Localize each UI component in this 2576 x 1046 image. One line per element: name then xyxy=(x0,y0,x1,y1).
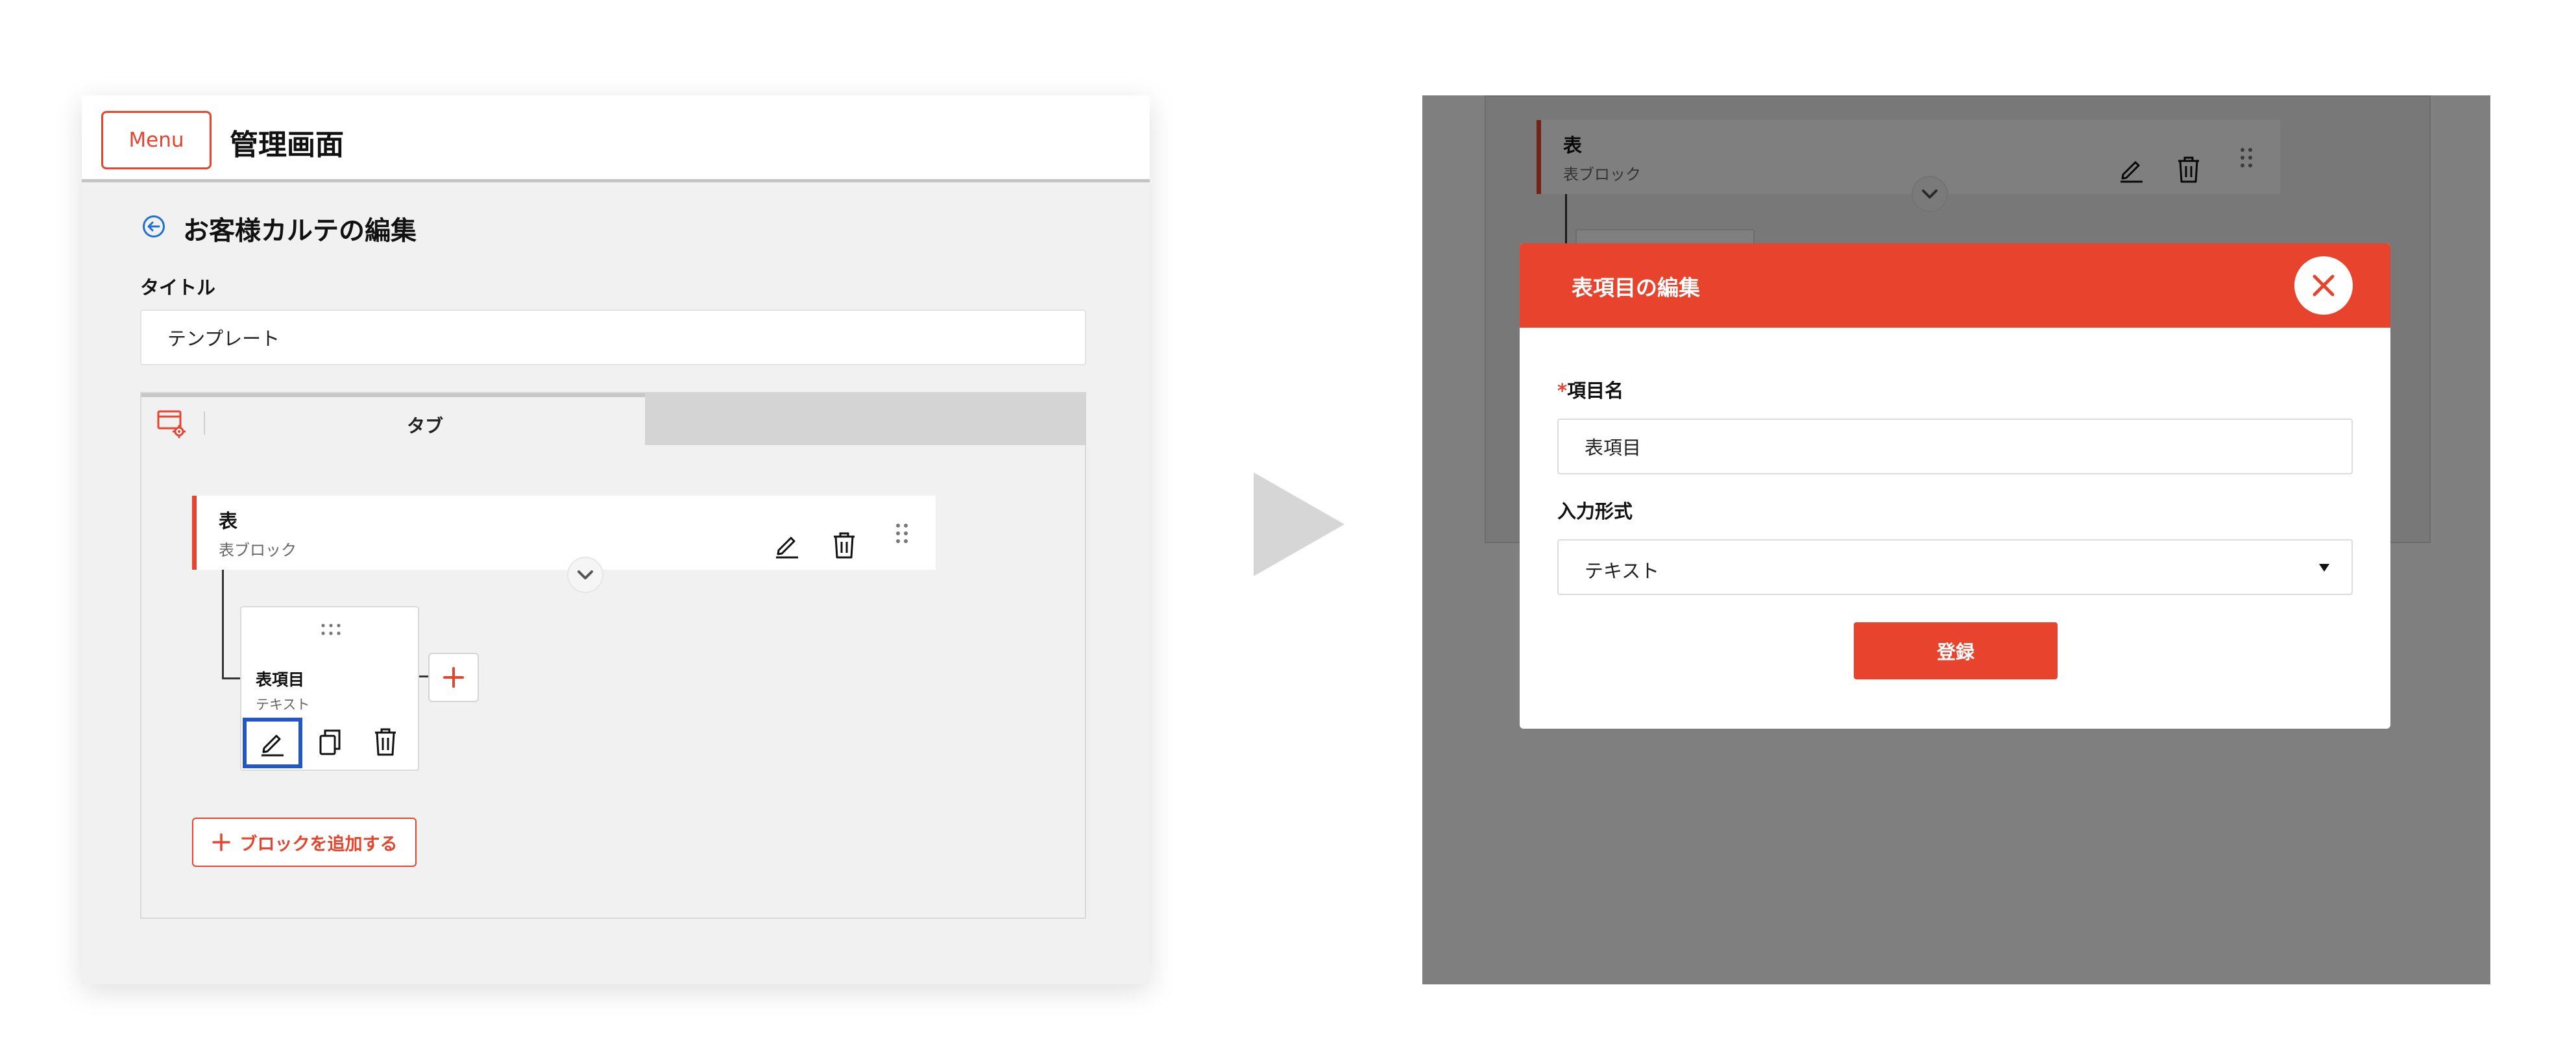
caret-down-icon xyxy=(2318,563,2331,573)
item-edit-button[interactable] xyxy=(243,718,302,768)
tab-active[interactable]: タブ xyxy=(141,393,645,445)
pencil-icon xyxy=(258,729,287,757)
input-type-value: テキスト xyxy=(1585,560,1660,582)
input-type-label: 入力形式 xyxy=(1557,500,1633,522)
plus-icon xyxy=(212,833,231,852)
plus-icon xyxy=(442,666,465,689)
trash-icon[interactable] xyxy=(830,529,858,561)
copy-icon[interactable] xyxy=(315,727,344,758)
transition-arrow-icon xyxy=(1254,472,1344,576)
tab-settings-icon[interactable] xyxy=(157,410,187,439)
block-title: 表 xyxy=(219,510,238,532)
block-subtitle: 表ブロック xyxy=(219,541,297,559)
admin-screen-after: 表 表ブロック xyxy=(1422,95,2490,984)
chevron-down-icon[interactable] xyxy=(567,557,603,593)
tab-panel: タブ 表 表ブロック 表項目 テキスト ブロックを追加する xyxy=(140,392,1086,919)
tree-connector xyxy=(222,677,241,679)
drag-handle-icon[interactable] xyxy=(892,520,912,546)
add-block-button[interactable]: ブロックを追加する xyxy=(192,818,417,867)
title-input[interactable] xyxy=(140,310,1086,365)
item-title: 表項目 xyxy=(256,670,305,689)
pencil-icon[interactable] xyxy=(773,531,801,559)
circle-arrow-left-icon[interactable] xyxy=(141,214,166,239)
modal-title: 表項目の編集 xyxy=(1572,275,1700,300)
modal-close-button[interactable] xyxy=(2294,256,2353,315)
trash-icon[interactable] xyxy=(371,725,400,758)
input-type-select[interactable]: テキスト xyxy=(1557,539,2353,595)
table-item-card: 表項目 テキスト xyxy=(240,606,419,771)
modal-header: 表項目の編集 xyxy=(1520,243,2390,328)
item-subtitle: テキスト xyxy=(256,697,310,712)
menu-button[interactable]: Menu xyxy=(101,111,212,169)
drag-handle-icon[interactable] xyxy=(319,622,343,637)
close-icon xyxy=(2309,271,2338,300)
edit-item-modal: 表項目の編集 *項目名 入力形式 テキスト 登録 xyxy=(1520,243,2390,729)
title-field-label: タイトル xyxy=(140,276,216,298)
admin-screen-before: Menu 管理画面 お客様カルテの編集 タイトル テンプレート タブ 表 表ブロ… xyxy=(82,95,1150,984)
add-item-button[interactable] xyxy=(428,653,479,702)
tab-label[interactable]: タブ xyxy=(205,401,645,449)
app-title: 管理画面 xyxy=(230,128,344,162)
item-name-label-text: 項目名 xyxy=(1567,380,1624,402)
required-mark: * xyxy=(1557,380,1568,402)
table-block-card: 表 表ブロック xyxy=(192,496,936,570)
item-name-input[interactable] xyxy=(1557,419,2353,474)
app-header: Menu 管理画面 xyxy=(82,95,1150,182)
tree-connector xyxy=(222,570,224,679)
item-name-label: *項目名 xyxy=(1557,376,1623,403)
register-button[interactable]: 登録 xyxy=(1854,622,2058,679)
tab-bar: タブ xyxy=(141,393,1086,445)
add-block-label: ブロックを追加する xyxy=(239,834,398,855)
page-title: お客様カルテの編集 xyxy=(183,216,417,246)
